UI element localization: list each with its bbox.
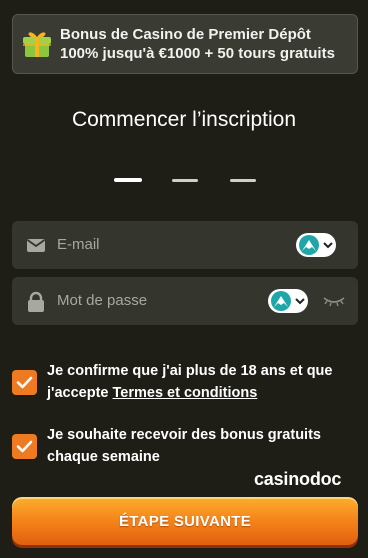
show-password-icon[interactable]: [322, 293, 346, 309]
password-manager-button[interactable]: [296, 233, 336, 257]
bonus-title: Bonus de Casino de Premier Dépôt: [60, 26, 311, 43]
email-placeholder: E-mail: [57, 236, 100, 253]
bonus-text: Bonus de Casino de Premier Dépôt 100% ju…: [60, 25, 335, 63]
casinodoc-logo: casinodoc: [254, 469, 342, 489]
age-terms-checkbox[interactable]: [12, 370, 37, 395]
step-3: [230, 179, 256, 182]
chevron-down-icon: [323, 242, 333, 249]
age-terms-label: Je confirme que j'ai plus de 18 ans et q…: [47, 360, 352, 404]
terms-link[interactable]: Termes et conditions: [113, 385, 258, 401]
bonus-optin-label: Je souhaite recevoir des bonus gratuits …: [47, 427, 321, 465]
lock-icon: [26, 291, 46, 312]
password-manager-button[interactable]: [268, 289, 308, 313]
next-step-button[interactable]: ÉTAPE SUIVANTE: [12, 497, 358, 545]
nordpass-icon: [271, 291, 291, 311]
checkmark-icon: [16, 376, 33, 389]
step-indicator: [0, 178, 368, 184]
chevron-down-icon: [295, 298, 305, 305]
gift-icon: [23, 29, 51, 59]
bonus-optin-checkbox[interactable]: [12, 434, 37, 459]
nordpass-icon: [299, 235, 319, 255]
envelope-icon: [26, 235, 46, 255]
page-title: Commencer l’inscription: [71, 108, 297, 131]
bonus-offer: 100% jusqu'à €1000 + 50 tours gratuits: [60, 45, 335, 62]
email-field[interactable]: E-mail: [12, 221, 358, 269]
password-field[interactable]: Mot de passe: [12, 277, 358, 325]
password-placeholder: Mot de passe: [57, 292, 148, 309]
bonus-banner: Bonus de Casino de Premier Dépôt 100% ju…: [12, 14, 358, 74]
checkmark-icon: [16, 440, 33, 453]
step-2: [172, 179, 198, 182]
step-1-active: [114, 178, 142, 182]
